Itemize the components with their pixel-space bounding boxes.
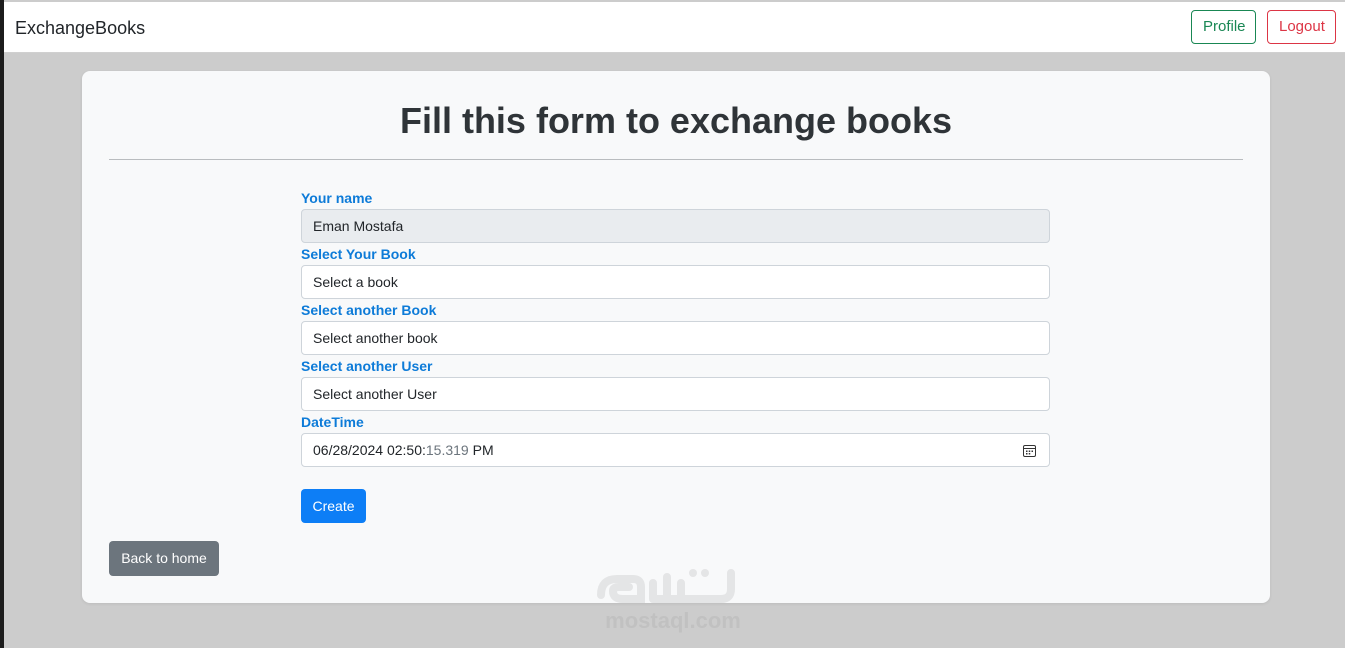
divider [109, 159, 1243, 160]
profile-button[interactable]: Profile [1191, 10, 1256, 44]
back-to-home-button[interactable]: Back to home [109, 541, 219, 576]
another-book-label: Select another Book [301, 302, 437, 318]
page: ExchangeBooks Profile Logout Fill this f… [0, 0, 1345, 648]
datetime-label: DateTime [301, 414, 364, 430]
page-title: Fill this form to exchange books [399, 100, 953, 141]
datetime-seconds: 15.319 [425, 442, 469, 458]
window-edge [0, 0, 4, 648]
datetime-date-time: 06/28/2024 02:50: [313, 442, 426, 458]
another-user-select[interactable]: Select another User [301, 377, 1050, 411]
your-book-select[interactable]: Select a book [301, 265, 1050, 299]
datetime-input[interactable]: 06/28/2024 02:50:15.319 PM [301, 433, 1050, 467]
datetime-ampm: PM [472, 442, 494, 458]
create-button[interactable]: Create [301, 489, 366, 523]
navbar: ExchangeBooks Profile Logout [4, 2, 1345, 53]
your-name-input[interactable]: Eman Mostafa [301, 209, 1050, 243]
your-name-label: Your name [301, 190, 373, 206]
watermark-text: mostaql.com [605, 608, 741, 633]
calendar-icon[interactable] [1023, 444, 1036, 457]
brand-link[interactable]: ExchangeBooks [15, 17, 145, 39]
exchange-form-card: Fill this form to exchange books Your na… [82, 71, 1270, 603]
another-book-select[interactable]: Select another book [301, 321, 1050, 355]
your-book-label: Select Your Book [301, 246, 416, 262]
another-user-label: Select another User [301, 358, 433, 374]
logout-button[interactable]: Logout [1267, 10, 1336, 44]
